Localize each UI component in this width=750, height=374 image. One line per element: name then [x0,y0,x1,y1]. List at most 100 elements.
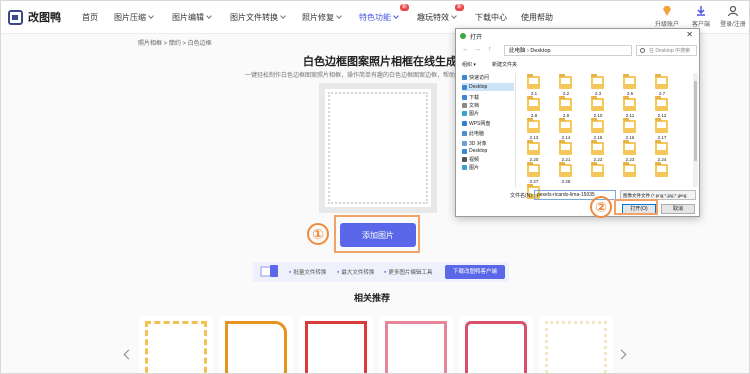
folder-icon [559,140,572,155]
nav-pane-label: 视频 [469,156,480,163]
nav-pane-item[interactable]: 下载 [462,93,514,101]
forward-icon[interactable]: → [474,46,481,53]
folder-label: 2.14 [561,135,571,140]
upgrade-account-button[interactable]: 升级账户 [649,5,685,28]
frame-thumbnail[interactable] [299,316,373,373]
folder-item[interactable]: 2.14 [554,118,578,142]
organize-button[interactable]: 组织 ▾ [462,61,476,68]
nav-item-features[interactable]: 特色功能 [359,12,399,23]
nav-label: 下载中心 [475,13,507,22]
nav-item-convert[interactable]: 图片文件转换 [230,12,286,23]
nav-pane-item[interactable]: 图片 [462,109,514,117]
nav-label: 图片压缩 [114,13,146,22]
folder-item[interactable]: 2.24 [650,140,674,164]
page: 改图鸭 首页 图片压缩 图片编辑 图片文件转换 照片修复 特色功能 新 趣玩特效… [0,0,750,374]
back-icon[interactable]: ← [462,46,469,53]
folder-item[interactable]: 2.1 [522,74,546,98]
filename-label: 文件名(N): [510,193,534,199]
app-logo[interactable]: 改图鸭 [8,9,61,25]
folder-item[interactable]: 2.17 [650,118,674,142]
folder-item[interactable]: 2.9 [554,96,578,120]
frame-border [545,321,607,373]
folder-item[interactable]: 2.27 [522,162,546,186]
nav-pane-item[interactable]: 文档 [462,101,514,109]
folder-item[interactable] [586,162,610,186]
nav-item-restore[interactable]: 照片修复 [302,12,342,23]
frame-border [465,321,527,373]
diamond-icon [663,6,671,16]
frame-thumbnail[interactable] [139,316,213,373]
login-register-button[interactable]: 登录/注册 [715,5,749,28]
folder-item[interactable]: 2.2 [554,74,578,98]
folder-icon [655,118,668,133]
up-icon[interactable]: ↑ [488,46,492,53]
nav-item-edit[interactable]: 图片编辑 [172,12,212,23]
folder-item[interactable]: 2.20 [522,140,546,164]
nav-item-home[interactable]: 首页 [82,12,98,23]
navigation-pane: 快速访问 Desktop 下载 文档 图片 WPS网盘 此电脑 3D 对象 Desktop 视频图… [460,73,516,187]
nav-label: 首页 [82,13,98,22]
scrollbar[interactable] [693,73,698,187]
folder-icon [623,96,636,111]
folder-item[interactable]: 2.7 [650,74,674,98]
nav-pane-item[interactable]: Desktop [462,147,514,155]
nav-item-help[interactable]: 使用帮助 [521,12,553,23]
folder-item[interactable]: 2.23 [618,140,642,164]
folder-icon [655,74,668,89]
search-input[interactable]: 在 Desktop 中搜索 [636,45,697,56]
nav-pane-item[interactable]: 3D 对象 [462,139,514,147]
folder-item[interactable]: 2.6 [618,74,642,98]
nav-pane-item[interactable]: WPS网盘 [462,119,514,127]
folder-item[interactable]: 2.22 [586,140,610,164]
chevron-down-icon [451,13,457,19]
carousel-next-icon[interactable] [616,349,627,360]
add-image-button[interactable]: 添加图片 [340,223,416,247]
folder-item[interactable] [650,162,674,186]
nav-label: 趣玩特效 [417,13,449,22]
nav-label: 使用帮助 [521,13,553,22]
nav-item-download[interactable]: 下载中心 [475,12,507,23]
nav-pane-item[interactable]: Desktop [462,83,514,91]
download-client-button[interactable]: 下载改图鸭客户端 [445,265,505,279]
new-folder-button[interactable]: 新建文件夹 [492,61,517,68]
cancel-button[interactable]: 取消 [661,204,695,214]
folder-item[interactable]: 2.10 [586,96,610,120]
nav-item-effects[interactable]: 趣玩特效 [417,12,457,23]
folder-label: 2.24 [657,157,667,162]
app-preview-icon [260,265,278,277]
frame-thumbnail[interactable] [379,316,453,373]
nav-pane-item[interactable]: 快速访问 [462,73,514,81]
search-placeholder: 在 Desktop 中搜索 [649,48,691,54]
frame-thumbnail[interactable] [459,316,533,373]
folder-item[interactable] [618,162,642,186]
path-input[interactable]: 此电脑 › Desktop [504,45,632,56]
breadcrumb[interactable]: 照片相框 > 簡约 > 白色边框 [138,38,212,47]
download-icon [462,94,467,100]
carousel-prev-icon[interactable] [123,349,134,360]
folder-icon [527,118,540,133]
folder-item[interactable]: 2.21 [554,140,578,164]
scroll-thumb[interactable] [694,81,697,161]
close-icon[interactable]: ✕ [686,30,693,39]
folder-item[interactable]: 2.28 [554,162,578,186]
folder-item[interactable]: 2.8 [522,96,546,120]
app-icon [460,33,466,39]
nav-pane-item[interactable]: 视频 [462,155,514,163]
frame-thumbnail[interactable] [219,316,293,373]
path-segment[interactable]: 此电脑 [509,48,526,54]
folder-item[interactable]: 2.16 [618,118,642,142]
nav-pane-item[interactable]: 此电脑 [462,129,514,137]
nav-item-compress[interactable]: 图片压缩 [114,12,154,23]
folder-item[interactable]: 2.3 [586,74,610,98]
folder-item[interactable]: 2.13 [522,118,546,142]
nav-pane-item[interactable]: 图片 [462,163,514,171]
page-title: 白色边框图案照片相框在线生成器 [303,56,468,68]
client-download-button[interactable]: 客户端 [683,5,719,28]
folder-item[interactable]: 2.11 [618,96,642,120]
path-segment[interactable]: Desktop [530,48,550,54]
frame-thumbnail[interactable] [539,316,613,373]
folder-item[interactable]: 2.15 [586,118,610,142]
related-title: 相关推荐 [354,293,391,303]
folder-icon [591,140,604,155]
folder-item[interactable]: 2.12 [650,96,674,120]
